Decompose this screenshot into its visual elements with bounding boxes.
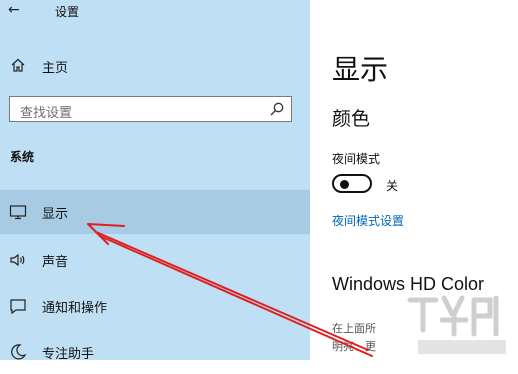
toggle-knob [340,179,349,189]
sidebar: ← 设置 主页 查找设置 系统 显示 声音 通知和操作 专注助手 [0,0,310,362]
sidebar-item-label: 声音 [42,255,69,270]
search-input[interactable]: 查找设置 [9,96,292,122]
back-arrow-icon[interactable]: ← [8,2,20,18]
page-title: 显示 [332,53,389,86]
search-placeholder: 查找设置 [20,106,73,121]
speaker-icon [10,253,25,267]
window-title: 设置 [55,5,80,19]
sidebar-item-display[interactable]: 显示 [0,190,310,234]
home-label: 主页 [42,61,69,76]
title-bar: ← 设置 [0,0,310,22]
sidebar-item-sound[interactable]: 声音 [0,238,310,282]
sidebar-item-label: 通知和操作 [42,301,108,316]
night-mode-settings-link[interactable]: 夜间模式设置 [332,212,404,229]
hdr-heading: Windows HD Color [332,274,485,294]
home-icon [11,58,25,72]
night-mode-toggle[interactable] [332,174,372,193]
hdr-description-line: 在上面所 [332,322,376,335]
monitor-icon [9,205,27,220]
sidebar-item-label: 显示 [42,207,69,222]
hdr-description: 在上面所 明亮、更 [332,320,507,356]
sidebar-item-focus-assist[interactable]: 专注助手 [0,330,310,374]
night-mode-label: 夜间模式 [332,152,381,166]
section-label-system: 系统 [10,150,35,164]
hdr-description-line: 明亮、更 [332,340,376,353]
moon-icon [11,344,27,360]
notification-icon [10,299,26,315]
sidebar-item-label: 专注助手 [42,347,95,362]
main-content: 显示 颜色 夜间模式 关 夜间模式设置 Windows HD Color 在上面… [310,0,518,360]
color-heading: 颜色 [332,108,371,130]
home-nav-item[interactable]: 主页 [0,52,310,78]
search-icon[interactable] [269,101,285,117]
sidebar-item-notifications[interactable]: 通知和操作 [0,284,310,328]
night-mode-state: 关 [386,179,399,193]
